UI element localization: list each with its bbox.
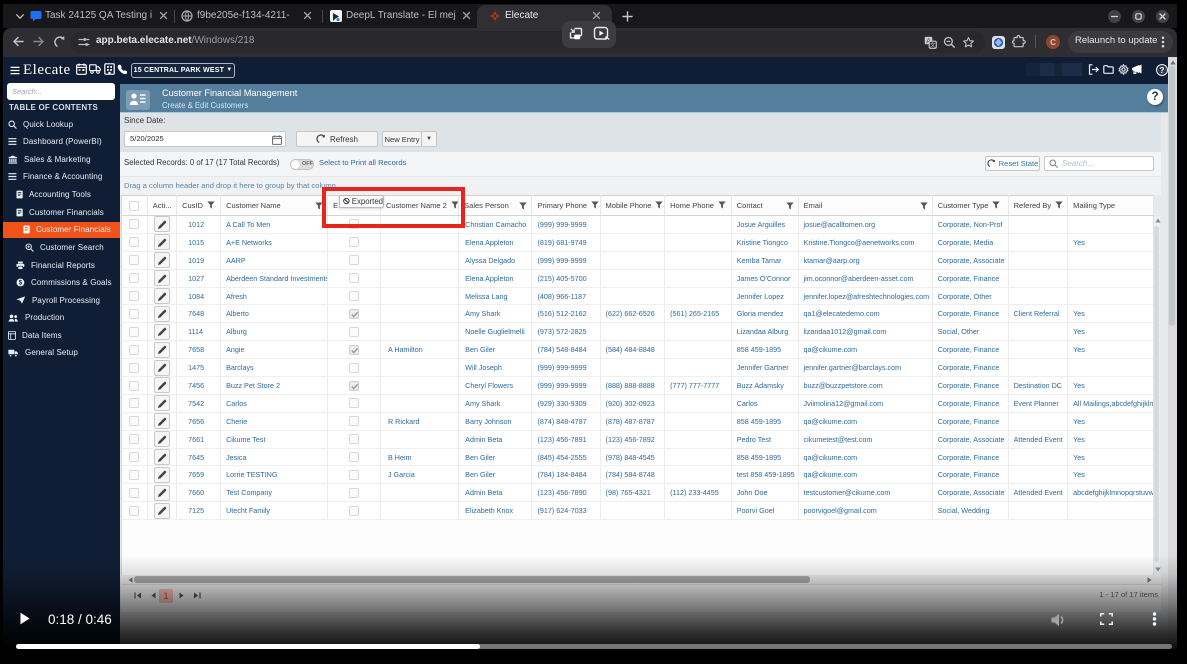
svg-text:$: $ — [19, 281, 23, 287]
svg-text:文: 文 — [930, 41, 936, 49]
